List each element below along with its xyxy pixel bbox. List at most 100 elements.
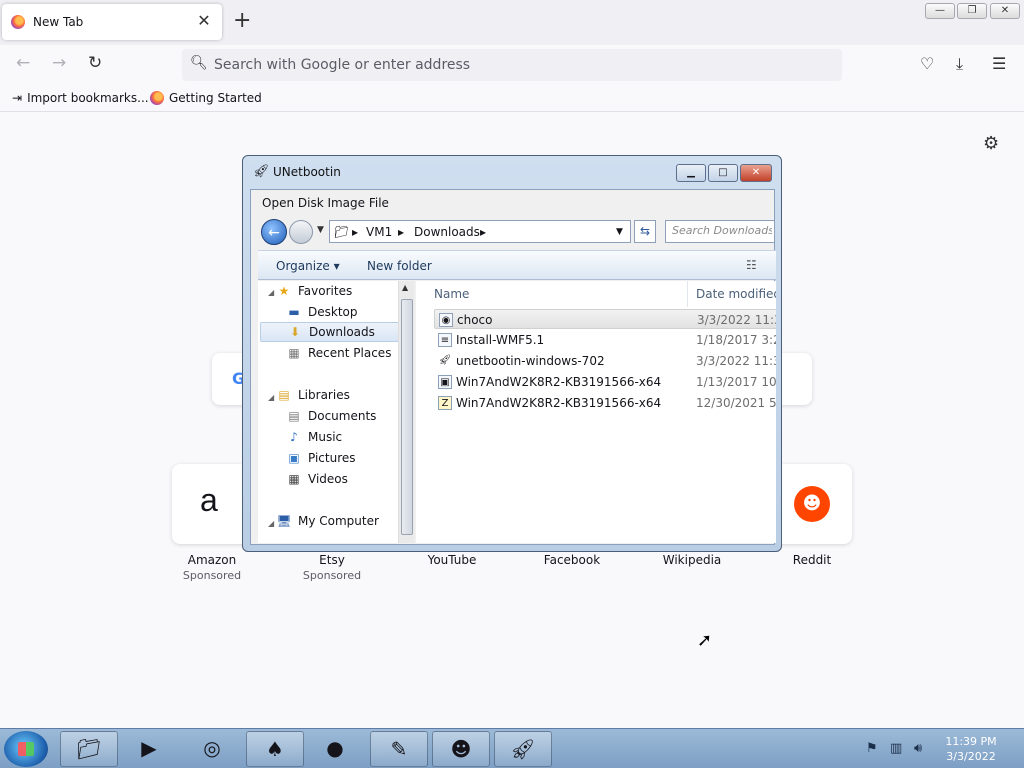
nav-documents[interactable]: ▤ Documents	[286, 406, 407, 426]
nav-my-computer[interactable]: 🖥︎ My Computer	[276, 511, 407, 531]
nav-scrollbar[interactable]: ▲	[398, 281, 414, 543]
notepad-icon[interactable]: ✎	[370, 731, 428, 767]
nav-label: My Computer	[298, 514, 379, 528]
tab-title: New Tab	[33, 15, 84, 29]
clock-date: 3/3/2022	[946, 750, 996, 763]
expand-icon[interactable]: ◢	[268, 393, 274, 402]
minimize-button[interactable]: —	[925, 3, 955, 19]
file-name: unetbootin-windows-702	[456, 354, 605, 368]
zip-icon: Z	[438, 396, 452, 410]
nav-videos[interactable]: ▦ Videos	[286, 469, 407, 489]
restore-button[interactable]: ❐	[957, 3, 987, 19]
column-name[interactable]: Name	[428, 281, 688, 307]
top-site-amazon[interactable]: a	[172, 464, 252, 544]
unetbootin-taskbar-icon[interactable]: 🚀︎	[494, 731, 552, 767]
file-row[interactable]: ◉ choco 3/3/2022 11:38	[434, 309, 776, 329]
close-window-button[interactable]: ✕	[990, 3, 1020, 19]
open-file-dialog: Open Disk Image File ← ▼ 📁︎ ▸ VM1 ▸ Down…	[250, 189, 776, 545]
start-button[interactable]	[4, 731, 48, 767]
firefox-taskbar-icon[interactable]: ●	[306, 731, 364, 767]
breadcrumb[interactable]: 📁︎ ▸ VM1 ▸ Downloads ▸ ▼	[329, 220, 631, 243]
nav-pictures[interactable]: ▣ Pictures	[286, 448, 407, 468]
solitaire-icon[interactable]: ♠	[246, 731, 304, 767]
site-label: Reddit	[792, 553, 832, 567]
history-dropdown-icon[interactable]: ▼	[317, 225, 324, 235]
column-date-modified[interactable]: Date modified	[690, 281, 776, 307]
address-bar[interactable]: 🔍︎	[182, 49, 842, 81]
chevron-right-icon: ▸	[398, 225, 405, 239]
rocket-icon: 🚀︎	[438, 355, 452, 366]
expand-icon[interactable]: ◢	[268, 288, 274, 297]
file-name: Install-WMF5.1	[456, 333, 545, 347]
star-icon: ★	[278, 284, 290, 298]
menu-icon[interactable]: ☰	[992, 54, 1006, 73]
minimize-button[interactable]: ▁	[676, 164, 706, 182]
new-tab-button[interactable]: +	[233, 8, 251, 33]
nav-label: Desktop	[308, 305, 358, 319]
explorer-icon[interactable]: 📁︎	[60, 731, 118, 767]
file-date: 12/30/2021 5:40	[696, 396, 776, 410]
volume-icon[interactable]: 🔊︎	[914, 741, 922, 756]
reload-icon[interactable]: ↻	[88, 53, 102, 73]
frog-app-icon[interactable]: ☻	[432, 731, 490, 767]
nav-libraries[interactable]: ▤ Libraries	[276, 385, 407, 405]
back-icon[interactable]: ←	[16, 53, 30, 73]
refresh-icon[interactable]: ⇆	[634, 220, 656, 243]
chevron-down-icon[interactable]: ▼	[616, 227, 623, 237]
nav-desktop[interactable]: ▬ Desktop	[286, 302, 407, 322]
breadcrumb-downloads[interactable]: Downloads	[414, 225, 480, 239]
search-input[interactable]	[672, 224, 772, 237]
breadcrumb-vm1[interactable]: VM1	[366, 225, 392, 239]
organize-button[interactable]: Organize ▾	[276, 259, 340, 273]
firefox-icon	[150, 91, 164, 105]
recent-places-icon: ▦	[288, 346, 300, 360]
music-icon: ♪	[290, 430, 298, 444]
file-row[interactable]: 🚀︎ unetbootin-windows-702 3/3/2022 11:38	[434, 351, 776, 371]
media-player-icon[interactable]: ▶	[120, 731, 178, 767]
maximize-button[interactable]: □	[708, 164, 738, 182]
tab-new-tab[interactable]: New Tab ✕	[2, 4, 222, 40]
nav-label: Pictures	[308, 451, 356, 465]
settings-gear-icon[interactable]: ⚙	[983, 133, 999, 154]
nav-label: Videos	[308, 472, 348, 486]
forward-arrow-icon[interactable]	[289, 220, 313, 244]
file-date: 3/3/2022 11:38	[697, 313, 776, 327]
bookmark-getting-started[interactable]: Getting Started	[150, 91, 262, 105]
close-tab-icon[interactable]: ✕	[194, 11, 214, 30]
nav-downloads[interactable]: ⬇ Downloads	[260, 322, 400, 342]
nav-favorites[interactable]: ★ Favorites	[276, 281, 407, 301]
file-row[interactable]: Z Win7AndW2K8R2-KB3191566-x64 12/30/2021…	[434, 393, 776, 413]
network-icon[interactable]: ▥	[890, 741, 902, 756]
file-list: Name Date modified ◉ choco 3/3/2022 11:3…	[416, 281, 776, 543]
bookmark-import[interactable]: ⇥ Import bookmarks...	[12, 91, 149, 105]
search-box[interactable]	[665, 220, 775, 243]
action-center-icon[interactable]: ⚑	[866, 741, 878, 756]
nav-label: Downloads	[309, 325, 375, 339]
file-row[interactable]: ≡ Install-WMF5.1 1/18/2017 3:25	[434, 330, 776, 350]
site-sponsored: Sponsored	[182, 569, 242, 582]
nav-music[interactable]: ♪ Music	[286, 427, 407, 447]
scroll-up-icon[interactable]: ▲	[402, 283, 408, 292]
nav-recent-places[interactable]: ▦ Recent Places	[286, 343, 407, 363]
scroll-thumb[interactable]	[401, 299, 413, 535]
new-folder-button[interactable]: New folder	[367, 259, 432, 273]
clock[interactable]: 11:39 PM 3/3/2022	[936, 734, 1006, 764]
chevron-right-icon: ▸	[480, 225, 487, 239]
top-site-reddit[interactable]: ☻	[772, 464, 852, 544]
videos-icon: ▦	[288, 472, 300, 486]
dialog-title: Open Disk Image File	[262, 196, 389, 210]
view-options-icon[interactable]: ☷	[746, 258, 757, 272]
downloads-folder-icon: ⬇	[289, 325, 301, 339]
chrome-icon[interactable]: ◎	[183, 731, 241, 767]
file-name: choco	[457, 313, 493, 327]
file-date: 3/3/2022 11:38	[696, 354, 776, 368]
expand-icon[interactable]: ◢	[268, 519, 274, 528]
address-input[interactable]	[214, 55, 814, 75]
forward-icon[interactable]: →	[52, 53, 66, 73]
downloads-icon[interactable]: ⤓	[956, 54, 963, 74]
pocket-icon[interactable]: ♡	[920, 54, 934, 73]
file-row[interactable]: ▣ Win7AndW2K8R2-KB3191566-x64 1/13/2017 …	[434, 372, 776, 392]
file-name: Win7AndW2K8R2-KB3191566-x64	[456, 375, 662, 389]
back-arrow-icon[interactable]: ←	[261, 219, 287, 245]
close-button[interactable]: ✕	[740, 164, 772, 182]
